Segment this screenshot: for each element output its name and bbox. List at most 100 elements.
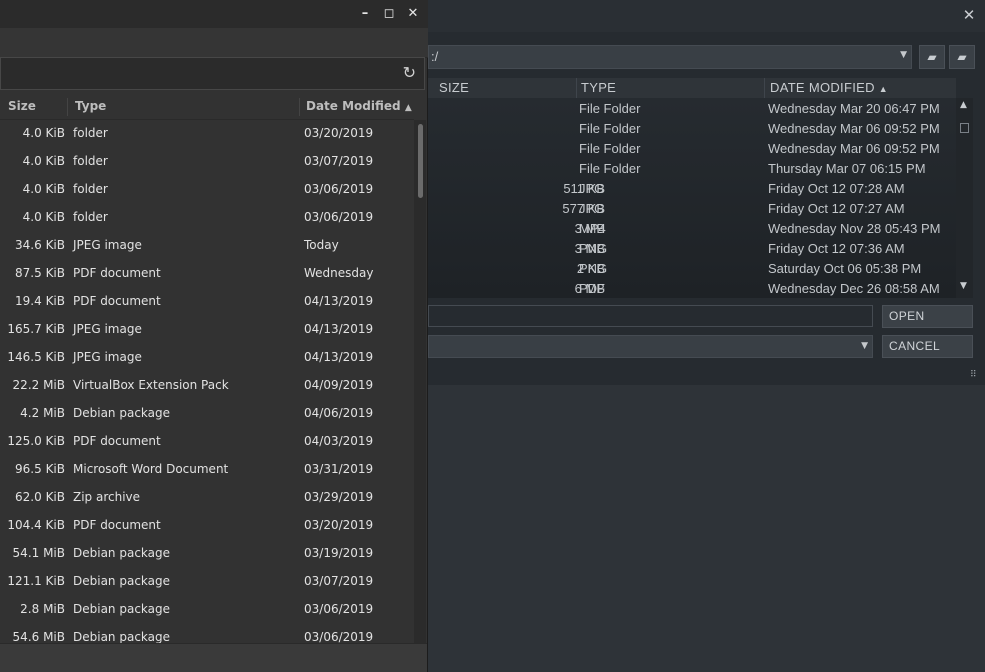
table-row[interactable]: 165.7 KiB JPEG image 04/13/2019 (0, 316, 414, 344)
minimize-icon[interactable]: – (356, 4, 374, 24)
table-row[interactable]: 6 MB PDF Wednesday Dec 26 08:58 AM (428, 278, 956, 298)
file-size: 96.5 KiB (15, 462, 65, 476)
close-icon[interactable]: ✕ (960, 5, 978, 25)
file-date: 03/29/2019 (304, 490, 374, 504)
table-row[interactable]: File Folder Thursday Mar 07 06:15 PM (428, 158, 956, 178)
table-row[interactable]: 19.4 KiB PDF document 04/13/2019 (0, 288, 414, 316)
scroll-thumb[interactable] (418, 124, 423, 198)
file-type: folder (73, 126, 108, 140)
table-row[interactable]: 4.2 MiB Debian package 04/06/2019 (0, 400, 414, 428)
status-bar (0, 643, 427, 672)
vertical-scrollbar[interactable] (414, 120, 426, 643)
open-button[interactable]: OPEN (882, 305, 973, 328)
scroll-up-icon[interactable]: ▲ (960, 100, 967, 110)
table-row[interactable]: 3 MB MP4 Wednesday Nov 28 05:43 PM (428, 218, 956, 238)
table-row[interactable]: 4.0 KiB folder 03/06/2019 (0, 176, 414, 204)
table-row[interactable]: 4.0 KiB folder 03/06/2019 (0, 204, 414, 232)
file-size: 146.5 KiB (7, 350, 65, 364)
file-type: Microsoft Word Document (73, 462, 229, 476)
file-date: 03/19/2019 (304, 546, 374, 560)
table-row[interactable]: 2.8 MiB Debian package 03/06/2019 (0, 596, 414, 624)
table-row[interactable]: 4.0 KiB folder 03/20/2019 (0, 120, 414, 148)
table-row[interactable]: 121.1 KiB Debian package 03/07/2019 (0, 568, 414, 596)
file-size: 22.2 MiB (12, 378, 65, 392)
file-type: JPEG image (73, 322, 142, 336)
file-date: 03/06/2019 (304, 182, 374, 196)
folder-up-button[interactable]: ▰ (919, 45, 945, 69)
close-icon[interactable]: ✕ (404, 4, 422, 24)
file-type: folder (73, 154, 108, 168)
column-type[interactable]: TYPE (581, 80, 616, 96)
scroll-down-icon[interactable]: ▼ (960, 281, 967, 291)
resize-grip-icon[interactable]: ⠿ (970, 370, 977, 380)
column-divider[interactable] (576, 78, 577, 98)
table-row[interactable]: 577 KB JPG Friday Oct 12 07:27 AM (428, 198, 956, 218)
file-type: JPEG image (73, 238, 142, 252)
file-size: 4.2 MiB (20, 406, 65, 420)
column-size[interactable]: SIZE (439, 80, 469, 96)
filename-input[interactable] (428, 305, 873, 327)
table-row[interactable]: File Folder Wednesday Mar 06 09:52 PM (428, 118, 956, 138)
sort-ascending-icon: ▲ (878, 84, 888, 94)
file-type: VirtualBox Extension Pack (73, 378, 229, 392)
file-type: PDF document (73, 266, 161, 280)
table-row[interactable]: 125.0 KiB PDF document 04/03/2019 (0, 428, 414, 456)
maximize-icon[interactable]: ◻ (380, 4, 398, 24)
file-type: File Folder (579, 161, 641, 176)
file-size: 2.8 MiB (20, 602, 65, 616)
table-row[interactable]: 3 MB PNG Friday Oct 12 07:36 AM (428, 238, 956, 258)
file-type: Debian package (73, 546, 171, 560)
path-combobox[interactable]: :/ ▼ (428, 45, 912, 69)
table-row[interactable]: 87.5 KiB PDF document Wednesday (0, 260, 414, 288)
file-size: 165.7 KiB (7, 322, 65, 336)
file-list-header: Size Type Date Modified ▲ (0, 95, 414, 120)
file-type: MP4 (579, 221, 606, 236)
chevron-down-icon[interactable]: ▼ (861, 341, 868, 351)
table-row[interactable]: 54.1 MiB Debian package 03/19/2019 (0, 540, 414, 568)
new-folder-icon: ▰ (957, 50, 967, 64)
cancel-button[interactable]: CANCEL (882, 335, 973, 358)
table-row[interactable]: 22.2 MiB VirtualBox Extension Pack 04/09/2… (0, 372, 414, 400)
column-date-modified[interactable]: DATE MODIFIED ▲ (770, 80, 888, 96)
file-size: 87.5 KiB (15, 266, 65, 280)
column-date-modified[interactable]: Date Modified ▲ (306, 99, 412, 113)
table-row[interactable]: 4.0 KiB folder 03/07/2019 (0, 148, 414, 176)
table-row[interactable]: 34.6 KiB JPEG image Today (0, 232, 414, 260)
table-row[interactable]: 511 KB JPG Friday Oct 12 07:28 AM (428, 178, 956, 198)
file-date: 03/07/2019 (304, 154, 374, 168)
file-type: PDF document (73, 434, 161, 448)
vertical-scrollbar[interactable]: ▲ ▼ (956, 98, 973, 298)
table-row[interactable]: 146.5 KiB JPEG image 04/13/2019 (0, 344, 414, 372)
table-row[interactable]: File Folder Wednesday Mar 20 06:47 PM (428, 98, 956, 118)
table-row[interactable]: File Folder Wednesday Mar 06 09:52 PM (428, 138, 956, 158)
reload-icon[interactable]: ↻ (403, 63, 416, 82)
column-divider[interactable] (299, 98, 300, 116)
column-divider[interactable] (764, 78, 765, 98)
file-date: 03/20/2019 (304, 126, 374, 140)
scroll-thumb[interactable] (960, 123, 969, 133)
file-type: PNG (579, 261, 608, 276)
file-date: Wednesday Mar 20 06:47 PM (768, 101, 940, 116)
file-date: 04/09/2019 (304, 378, 374, 392)
location-bar[interactable]: ↻ (0, 57, 425, 90)
file-date: Wednesday Nov 28 05:43 PM (768, 221, 941, 236)
column-size[interactable]: Size (8, 99, 36, 113)
file-type: Debian package (73, 630, 171, 643)
file-type: Debian package (73, 602, 171, 616)
file-size: 125.0 KiB (7, 434, 65, 448)
table-row[interactable]: 96.5 KiB Microsoft Word Document 03/31/201… (0, 456, 414, 484)
file-size: 121.1 KiB (7, 574, 65, 588)
table-row[interactable]: 54.6 MiB Debian package 03/06/2019 (0, 624, 414, 643)
chevron-down-icon[interactable]: ▼ (900, 50, 907, 60)
file-type-select[interactable]: ▼ (428, 335, 873, 358)
column-type[interactable]: Type (75, 99, 106, 113)
file-date: Thursday Mar 07 06:15 PM (768, 161, 926, 176)
new-folder-button[interactable]: ▰ (949, 45, 975, 69)
table-row[interactable]: 62.0 KiB Zip archive 03/29/2019 (0, 484, 414, 512)
table-row[interactable]: 2 KB PNG Saturday Oct 06 05:38 PM (428, 258, 956, 278)
file-type: Debian package (73, 574, 171, 588)
table-row[interactable]: 104.4 KiB PDF document 03/20/2019 (0, 512, 414, 540)
file-date: Wednesday Mar 06 09:52 PM (768, 121, 940, 136)
column-divider[interactable] (67, 98, 68, 116)
file-date: Saturday Oct 06 05:38 PM (768, 261, 922, 276)
